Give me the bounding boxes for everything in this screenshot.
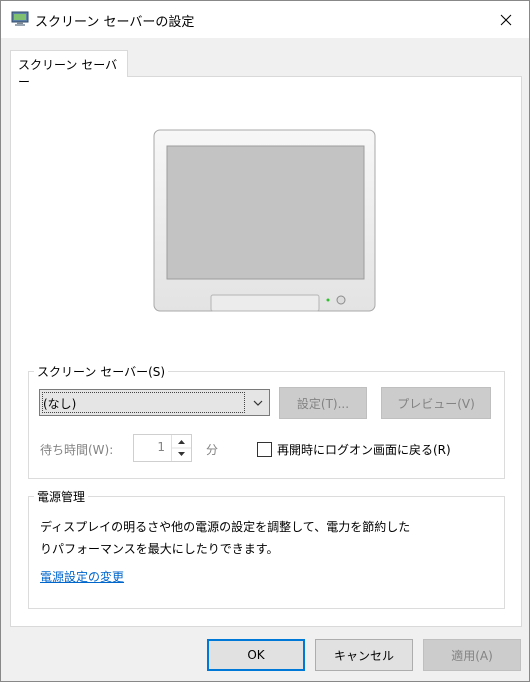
monitor-preview — [153, 129, 376, 312]
select-value: (なし) — [43, 397, 77, 411]
wait-label: 待ち時間(W): — [40, 443, 114, 457]
screensaver-group-label: スクリーン セーバー(S) — [34, 363, 169, 380]
dropdown-button[interactable] — [247, 390, 269, 415]
tab-screensaver[interactable]: スクリーン セーバー — [10, 50, 128, 89]
power-description-line1: ディスプレイの明るさや他の電源の設定を調整して、電力を節約した — [40, 520, 411, 534]
resume-checkbox-label[interactable]: 再開時にログオン画面に戻る(R) — [277, 441, 451, 458]
ok-button[interactable]: OK — [207, 639, 305, 671]
power-group-label: 電源管理 — [34, 488, 89, 505]
dialog-window: スクリーン セーバーの設定 スクリーン セーバー スクリーン セーバー(S) (… — [0, 0, 530, 682]
wait-unit: 分 — [206, 443, 219, 457]
chevron-down-icon — [253, 400, 263, 406]
tab-label: スクリーン セーバー — [18, 58, 118, 89]
wait-spinner[interactable]: 1 — [133, 434, 192, 462]
apply-button[interactable]: 適用(A) — [423, 639, 521, 671]
cancel-button[interactable]: キャンセル — [315, 639, 413, 671]
close-button[interactable] — [483, 1, 529, 38]
spin-up-icon[interactable] — [178, 440, 185, 444]
power-settings-link[interactable]: 電源設定の変更 — [40, 568, 124, 585]
spin-down-icon[interactable] — [178, 452, 185, 456]
power-description-line2: りパフォーマンスを最大にしたりできます。 — [40, 542, 279, 556]
close-icon — [500, 14, 512, 25]
preview-button[interactable]: プレビュー(V) — [381, 387, 491, 419]
window-title: スクリーン セーバーの設定 — [35, 15, 195, 30]
screensaver-select[interactable]: (なし) — [39, 389, 270, 416]
wait-value: 1 — [157, 440, 165, 454]
settings-button[interactable]: 設定(T)... — [279, 387, 367, 419]
title-bar[interactable]: スクリーン セーバーの設定 — [1, 1, 529, 38]
spin-arrows[interactable] — [171, 435, 191, 461]
resume-checkbox[interactable] — [257, 442, 272, 457]
app-icon — [11, 10, 29, 28]
